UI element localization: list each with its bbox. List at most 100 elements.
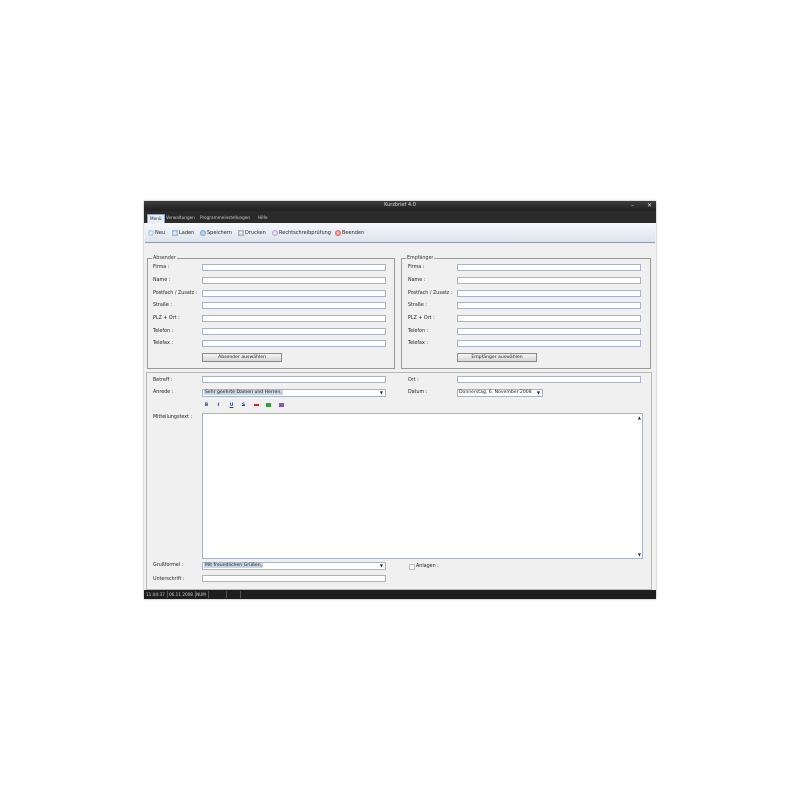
datum-label: Datum : — [408, 390, 428, 395]
title-bar: Kurzbrief 4.0 – ✕ — [144, 201, 656, 211]
sender-plz-input[interactable] — [202, 315, 386, 322]
tab-hilfe[interactable]: Hilfe — [256, 214, 270, 222]
betreff-label: Betreff : — [153, 378, 173, 383]
mitteilungstext-label: Mitteilungstext : — [153, 415, 193, 420]
status-empty-1 — [214, 591, 227, 598]
sender-telefon-input[interactable] — [202, 328, 386, 335]
sender-telefax-label: Telefax : — [153, 341, 173, 346]
gruss-select[interactable]: Mit freundlichen Grüßen, ▼ — [202, 562, 386, 570]
new-document-icon — [148, 229, 154, 236]
status-empty-2 — [228, 591, 241, 598]
recipient-strasse-label: Straße : — [408, 303, 427, 308]
save-button[interactable]: Speichern — [200, 228, 232, 237]
sender-firma-label: Firma : — [153, 265, 170, 270]
unterschrift-input[interactable] — [202, 575, 386, 582]
sender-name-input[interactable] — [202, 277, 386, 284]
status-time: 11:04:37 — [146, 591, 168, 598]
highlight-red-button[interactable] — [253, 402, 260, 409]
ort-input[interactable] — [457, 376, 641, 383]
recipient-name-label: Name : — [408, 278, 426, 283]
save-icon — [200, 229, 206, 236]
recipient-firma-input[interactable] — [457, 264, 641, 271]
menu-bar: Menü Verwaltungen Programmeinstellungen … — [144, 211, 656, 223]
status-num: NUM — [196, 591, 209, 598]
gruss-value: Mit freundlichen Grüßen, — [204, 563, 264, 568]
betreff-input[interactable] — [202, 376, 386, 383]
select-recipient-button[interactable]: Empfänger auswählen — [457, 353, 537, 362]
recipient-telefon-label: Telefon : — [408, 329, 429, 334]
recipient-telefon-input[interactable] — [457, 328, 641, 335]
spellcheck-button-label: Rechtschreibprüfung — [279, 229, 331, 236]
sender-postfach-label: Postfach / Zusatz : — [153, 291, 198, 296]
window-title: Kurzbrief 4.0 — [384, 202, 416, 208]
message-textarea[interactable]: ▲ ▼ — [202, 413, 643, 559]
italic-button[interactable]: I — [215, 402, 222, 409]
tab-verwaltungen[interactable]: Verwaltungen — [164, 214, 197, 222]
chevron-down-icon: ▼ — [379, 390, 383, 395]
anlagen-label: Anlagen : — [416, 564, 439, 569]
red-bar-icon — [254, 403, 259, 406]
spellcheck-icon — [272, 229, 278, 236]
toolbar-ribbon: Neu Laden Speichern Drucken Rechtschreib… — [145, 223, 655, 243]
recipient-telefax-label: Telefax : — [408, 341, 428, 346]
anlagen-checkbox[interactable] — [409, 564, 415, 570]
sender-telefax-input[interactable] — [202, 340, 386, 347]
printer-icon — [238, 229, 244, 236]
green-arrow-icon — [266, 402, 271, 407]
folder-icon — [172, 229, 178, 236]
sender-firma-input[interactable] — [202, 264, 386, 271]
recipient-telefax-input[interactable] — [457, 340, 641, 347]
minimize-button[interactable]: – — [628, 201, 637, 210]
recipient-postfach-label: Postfach / Zusatz : — [408, 291, 453, 296]
anrede-select[interactable]: Sehr geehrte Damen und Herren, ▼ — [202, 389, 386, 397]
recipient-group-title: Empfänger — [406, 256, 435, 261]
color-picker-button[interactable] — [278, 402, 285, 409]
new-button[interactable]: Neu — [148, 228, 165, 237]
indent-button[interactable] — [265, 402, 272, 409]
exit-button-label: Beenden — [342, 229, 365, 236]
sender-postfach-input[interactable] — [202, 290, 386, 297]
unterschrift-label: Unterschrift : — [153, 577, 185, 582]
anrede-value: Sehr geehrte Damen und Herren, — [204, 390, 283, 395]
anrede-label: Anrede : — [153, 390, 174, 395]
tab-programmeinstellungen[interactable]: Programmeinstellungen — [198, 214, 252, 222]
exit-button[interactable]: Beenden — [335, 228, 364, 237]
spellcheck-button[interactable]: Rechtschreibprüfung — [272, 228, 331, 237]
datum-value: Donnerstag, 6. November 2008 — [459, 390, 532, 395]
chevron-down-icon: ▼ — [379, 563, 383, 568]
scroll-up-icon[interactable]: ▲ — [638, 415, 641, 420]
load-button-label: Laden — [179, 229, 195, 236]
gruss-label: Grußformel : — [153, 563, 184, 568]
recipient-plz-label: PLZ + Ort : — [408, 316, 435, 321]
recipient-firma-label: Firma : — [408, 265, 425, 270]
chevron-down-icon: ▼ — [536, 390, 540, 395]
status-bar: 11:04:37 06.11.2008 NUM — [144, 590, 656, 599]
bold-button[interactable]: B — [203, 402, 210, 409]
load-button[interactable]: Laden — [172, 228, 194, 237]
scroll-down-icon[interactable]: ▼ — [638, 552, 641, 557]
tab-menu[interactable]: Menü — [147, 214, 165, 223]
strikethrough-button[interactable]: S — [240, 402, 247, 409]
status-date: 06.11.2008 — [169, 591, 196, 598]
exit-icon — [335, 229, 341, 236]
sender-strasse-label: Straße : — [153, 303, 172, 308]
recipient-strasse-input[interactable] — [457, 302, 641, 309]
sender-group-title: Absender — [152, 256, 177, 261]
ort-label: Ort : — [408, 378, 419, 383]
select-sender-button[interactable]: Absender auswählen — [202, 353, 282, 362]
new-button-label: Neu — [155, 229, 165, 236]
close-button[interactable]: ✕ — [645, 201, 654, 210]
underline-button[interactable]: U — [228, 402, 235, 409]
print-button[interactable]: Drucken — [238, 228, 266, 237]
recipient-name-input[interactable] — [457, 277, 641, 284]
sender-plz-label: PLZ + Ort : — [153, 316, 180, 321]
sender-name-label: Name : — [153, 278, 171, 283]
recipient-plz-input[interactable] — [457, 315, 641, 322]
palette-icon — [279, 402, 284, 407]
save-button-label: Speichern — [207, 229, 232, 236]
datum-picker[interactable]: Donnerstag, 6. November 2008 ▼ — [457, 389, 543, 397]
recipient-postfach-input[interactable] — [457, 290, 641, 297]
sender-strasse-input[interactable] — [202, 302, 386, 309]
print-button-label: Drucken — [245, 229, 266, 236]
sender-telefon-label: Telefon : — [153, 329, 174, 334]
